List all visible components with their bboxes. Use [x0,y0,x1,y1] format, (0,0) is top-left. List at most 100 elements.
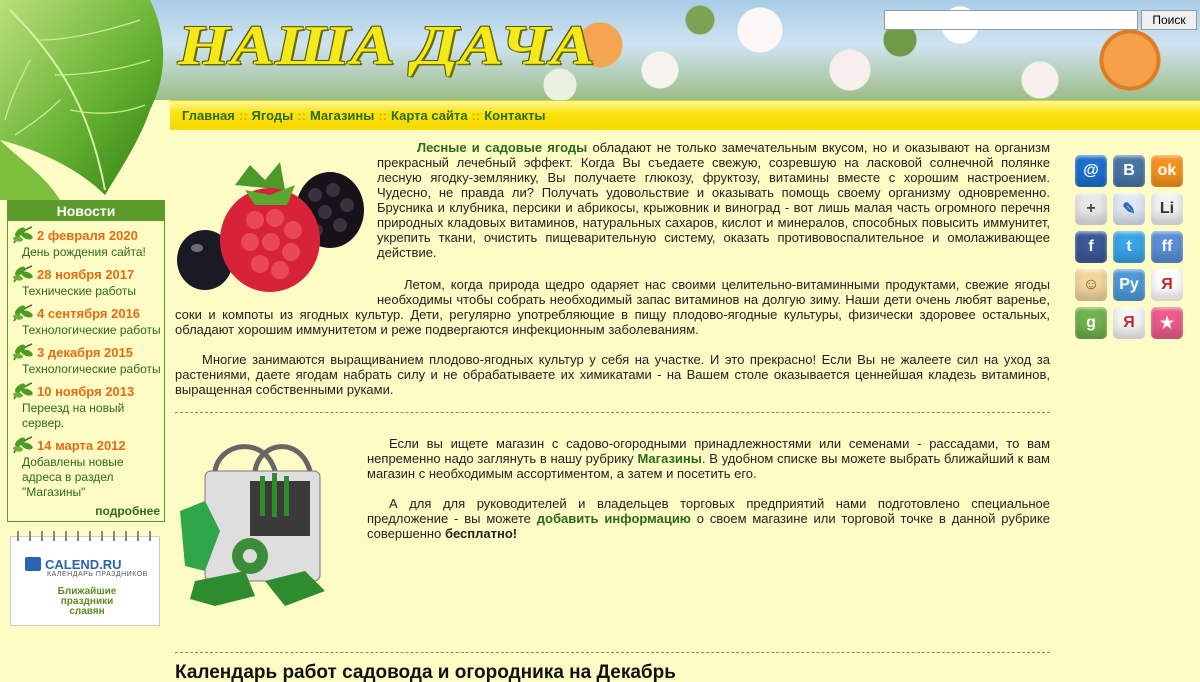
news-more-link[interactable]: подробнее [8,500,164,521]
social-glyph: g [1086,314,1096,331]
social-glyph: ☺ [1082,276,1100,293]
news-item: 4 сентября 2016 Технологические работы [8,299,164,338]
add-info-link[interactable]: добавить информацию [537,511,691,526]
favorites-star-icon[interactable]: ★ [1151,307,1183,339]
berries-image [177,162,364,292]
site-header: НАША ДАЧА Поиск [0,0,1200,100]
social-glyph: Я [1123,314,1135,331]
social-glyph: ff [1161,238,1173,255]
main-content: Лесные и садовые ягоды обладают не тольк… [175,140,1051,653]
news-text[interactable]: Технические работы [12,284,164,299]
news-date-text[interactable]: 10 ноября 2013 [37,384,134,399]
article-paragraph-3: Многие занимаются выращиванием плодово-я… [175,352,1050,397]
calend-brand[interactable]: CALEND.RU [45,557,122,572]
nav-sitemap[interactable]: Карта сайта [391,108,468,123]
social-glyph: t [1126,238,1132,255]
mail-ru-icon[interactable]: @ [1075,155,1107,187]
berries-link[interactable]: Лесные и садовые ягоды [417,140,587,155]
calend-subtitle: КАЛЕНДАРЬ ПРАЗДНИКОВ [47,571,148,578]
site-logo[interactable]: НАША ДАЧА [178,12,596,80]
social-glyph: B [1123,162,1135,179]
news-date-text[interactable]: 4 сентября 2016 [37,306,140,321]
twitter-icon[interactable]: t [1113,231,1145,263]
social-glyph: Я [1161,276,1173,293]
social-glyph: ok [1157,162,1177,179]
google-bookmarks-icon[interactable]: g [1075,307,1107,339]
divider [175,412,1050,413]
news-title: Новости [8,201,164,221]
news-date[interactable]: 28 ноября 2017 [12,264,164,284]
livejournal-icon[interactable]: ✎ [1113,193,1145,225]
calendar-icon [25,557,41,571]
google-plus-icon[interactable]: + [1075,193,1107,225]
leaf-sprig-icon [13,382,33,400]
news-date[interactable]: 10 ноября 2013 [12,381,164,401]
yandex-people-icon[interactable]: Я [1151,269,1183,301]
news-item: 2 февраля 2020 День рождения сайта! [8,221,164,260]
news-date[interactable]: 4 сентября 2016 [12,303,164,323]
calendar-rings [11,531,161,541]
news-item: 10 ноября 2013 Переезд на новый сервер. [8,377,164,431]
news-date[interactable]: 3 декабря 2015 [12,342,164,362]
social-glyph: Pу [1119,276,1139,293]
ya-ru-icon[interactable]: Pу [1113,269,1145,301]
nav-contacts[interactable]: Контакты [484,108,545,123]
leaf-sprig-icon [13,343,33,361]
leaf-decoration [0,0,164,200]
news-date-text[interactable]: 2 февраля 2020 [37,228,138,243]
nav-home[interactable]: Главная [182,108,235,123]
shops-link[interactable]: Магазины [637,451,701,466]
news-date-text[interactable]: 14 марта 2012 [37,438,126,453]
divider [175,652,1050,653]
news-box: Новости 2 февраля 2020 День рождения сайт… [7,200,165,522]
nav-berries[interactable]: Ягоды [252,108,294,123]
search-form: Поиск [884,10,1197,30]
garden-tools-image [180,444,325,606]
search-input[interactable] [884,10,1138,30]
social-glyph: f [1088,238,1094,255]
search-button[interactable]: Поиск [1141,10,1197,30]
leaf-sprig-icon [13,436,33,454]
friendfeed-icon[interactable]: ff [1151,231,1183,263]
news-date[interactable]: 2 февраля 2020 [12,225,164,245]
nav-separator: :: [297,108,306,123]
news-list: 2 февраля 2020 День рождения сайта! 28 ноя… [8,221,164,500]
calend-widget[interactable]: CALEND.RU КАЛЕНДАРЬ ПРАЗДНИКОВ Ближайшие… [10,531,161,626]
yandex-bookmarks-icon[interactable]: Я [1113,307,1145,339]
calend-near-holidays[interactable]: Ближайшие праздники славян [47,587,127,617]
calendar-section-title: Календарь работ садовода и огородника на… [175,662,676,682]
facebook-icon[interactable]: f [1075,231,1107,263]
nav-separator: :: [471,108,481,123]
news-text[interactable]: День рождения сайта! [12,245,164,260]
social-glyph: ★ [1159,315,1175,332]
nav-separator: :: [378,108,388,123]
vkontakte-icon[interactable]: B [1113,155,1145,187]
nav-shops[interactable]: Магазины [310,108,374,123]
news-text[interactable]: Технологические работы [12,323,164,338]
news-date-text[interactable]: 3 декабря 2015 [37,345,133,360]
social-glyph: @ [1083,162,1099,179]
moi-krug-icon[interactable]: ☺ [1075,269,1107,301]
news-text[interactable]: Переезд на новый сервер. [12,401,164,431]
sidebar: Новости 2 февраля 2020 День рождения сайт… [7,200,165,626]
article-paragraph-1: обладают не только замечательным вкусом,… [377,140,1051,260]
leaf-sprig-icon [13,304,33,322]
news-date[interactable]: 14 марта 2012 [12,435,164,455]
news-text[interactable]: Технологические работы [12,362,164,377]
news-item: 14 марта 2012 Добавлены новые адреса в ра… [8,431,164,500]
leaf-sprig-icon [13,226,33,244]
news-item: 3 декабря 2015 Технологические работы [8,338,164,377]
nav-separator: :: [238,108,248,123]
news-item: 28 ноября 2017 Технические работы [8,260,164,299]
leaf-sprig-icon [13,265,33,283]
liveinternet-icon[interactable]: Li [1151,193,1183,225]
news-text[interactable]: Добавлены новые адреса в раздел "Магазин… [12,455,164,500]
social-glyph: + [1086,200,1096,217]
main-nav: Главная:: Ягоды:: Магазины:: Карта сайта:: К… [170,100,1200,130]
odnoklassniki-icon[interactable]: ok [1151,155,1183,187]
news-date-text[interactable]: 28 ноября 2017 [37,267,134,282]
social-share-panel: @ Bok + ✎ Li f t ff ☺ Pу Яg Я ★ [1075,155,1185,339]
social-glyph: Li [1159,200,1175,217]
social-glyph: ✎ [1122,201,1136,218]
offer-free-text: бесплатно! [444,526,518,541]
